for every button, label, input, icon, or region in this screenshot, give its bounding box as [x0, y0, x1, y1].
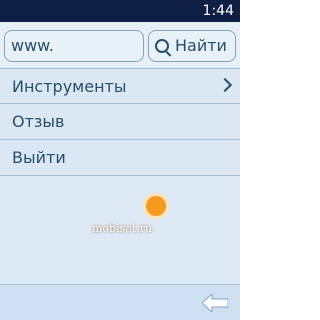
search-button-label: Найти: [175, 36, 227, 55]
menu-item-feedback[interactable]: Отзыв: [0, 104, 240, 140]
url-input[interactable]: www.: [4, 30, 144, 62]
search-icon: [155, 39, 169, 53]
bottom-softkey-bar: [0, 284, 240, 320]
status-bar: 1:44: [0, 0, 240, 22]
menu-item-exit[interactable]: Выйти: [0, 140, 240, 176]
screen: 1:44 www. Найти Инструменты Отзыв Выйти …: [0, 0, 240, 320]
search-button[interactable]: Найти: [148, 30, 236, 62]
menu-item-label: Отзыв: [12, 112, 65, 131]
menu-item-label: Выйти: [12, 148, 66, 167]
clock: 1:44: [202, 3, 234, 19]
chevron-right-icon: [217, 77, 233, 93]
watermark-text: mobiset.ru: [92, 222, 153, 235]
menu-item-tools[interactable]: Инструменты: [0, 68, 240, 104]
watermark-logo-icon: [146, 196, 166, 216]
menu-item-label: Инструменты: [12, 77, 127, 96]
menu-list: Инструменты Отзыв Выйти: [0, 68, 240, 176]
back-arrow-icon[interactable]: [202, 294, 228, 312]
